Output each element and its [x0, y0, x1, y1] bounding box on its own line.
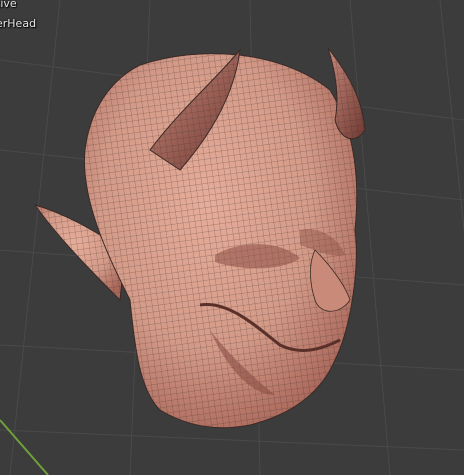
active-object-label: erHead [0, 17, 37, 30]
3d-viewport[interactable]: tive erHead [0, 0, 464, 475]
y-axis-line [0, 419, 49, 475]
viewport-canvas[interactable] [0, 0, 464, 475]
viewport-mode-label: tive [0, 0, 17, 10]
